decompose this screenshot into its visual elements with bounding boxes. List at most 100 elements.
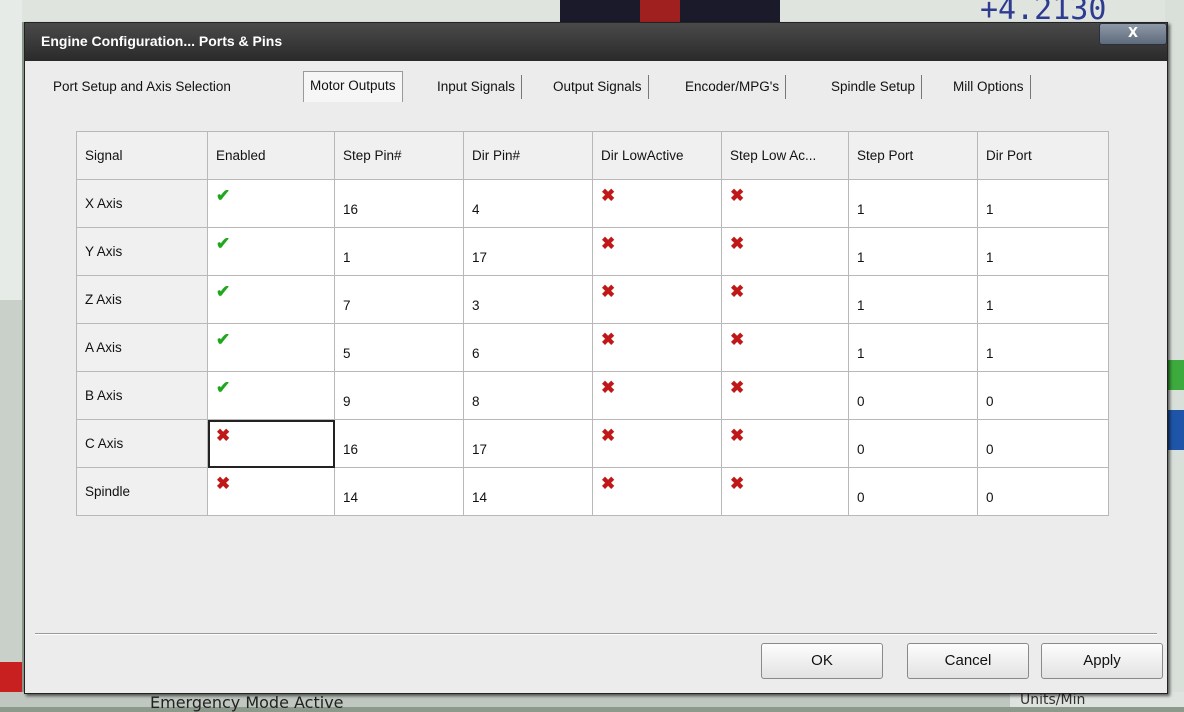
dir-lowactive-cell[interactable]: ✖ [592, 275, 722, 324]
step-lowactive-cell[interactable]: ✖ [721, 419, 849, 468]
tab-port-setup[interactable]: Port Setup and Axis Selection [53, 75, 231, 99]
step-port-cell[interactable]: 1 [848, 323, 978, 372]
green-check-icon: ✔ [216, 378, 231, 397]
step-pin-cell[interactable]: 1 [334, 227, 464, 276]
tab-spindle-setup[interactable]: Spindle Setup [831, 75, 923, 99]
signal-cell-value: Spindle [85, 484, 131, 499]
signal-cell[interactable]: X Axis [76, 179, 208, 228]
dir-pin-cell[interactable]: 3 [463, 275, 593, 324]
step-lowactive-cell[interactable]: ✖ [721, 467, 849, 516]
tab-mill-options[interactable]: Mill Options [953, 75, 1031, 99]
step-pin-cell[interactable]: 16 [334, 419, 464, 468]
dir-lowactive-cell[interactable]: ✖ [592, 227, 722, 276]
tab-input-signals[interactable]: Input Signals [437, 75, 523, 99]
dialog-titlebar[interactable]: Engine Configuration... Ports & Pins X [25, 23, 1167, 61]
background-status-text: Emergency Mode Active [150, 693, 344, 712]
dir-lowactive-cell[interactable]: ✖ [592, 371, 722, 420]
engine-config-dialog: Engine Configuration... Ports & Pins X P… [24, 22, 1168, 694]
step-lowactive-cell[interactable]: ✖ [721, 275, 849, 324]
step-pin-cell[interactable]: 14 [334, 467, 464, 516]
dir-pin-cell[interactable]: 17 [463, 227, 593, 276]
background-left-strip [0, 300, 22, 690]
table-row[interactable]: Y Axis ✔ 1 17 ✖ ✖ 1 1 [76, 227, 1109, 276]
table-row[interactable]: C Axis ✖ 16 17 ✖ ✖ 0 0 [76, 419, 1109, 468]
dir-port-cell[interactable]: 0 [977, 419, 1109, 468]
red-x-icon: ✖ [601, 282, 616, 301]
signal-cell[interactable]: Spindle [76, 467, 208, 516]
col-dir-pin[interactable]: Dir Pin# [463, 131, 593, 180]
table-row[interactable]: Z Axis ✔ 7 3 ✖ ✖ 1 1 [76, 275, 1109, 324]
dir-pin-cell[interactable]: 4 [463, 179, 593, 228]
dir-pin-cell[interactable]: 14 [463, 467, 593, 516]
dir-port-cell[interactable]: 1 [977, 227, 1109, 276]
enabled-cell[interactable]: ✔ [207, 275, 335, 324]
red-x-icon: ✖ [216, 474, 231, 493]
signal-cell[interactable]: Z Axis [76, 275, 208, 324]
step-port-cell[interactable]: 0 [848, 419, 978, 468]
ok-button[interactable]: OK [761, 643, 883, 679]
tab-motor-outputs[interactable]: Motor Outputs [303, 71, 403, 102]
dir-port-cell[interactable]: 1 [977, 179, 1109, 228]
signal-cell[interactable]: A Axis [76, 323, 208, 372]
step-pin-cell[interactable]: 16 [334, 179, 464, 228]
dir-port-cell[interactable]: 0 [977, 467, 1109, 516]
table-row[interactable]: B Axis ✔ 9 8 ✖ ✖ 0 0 [76, 371, 1109, 420]
dir-pin-cell-value: 3 [472, 298, 480, 313]
dir-pin-cell[interactable]: 8 [463, 371, 593, 420]
col-step-pin[interactable]: Step Pin# [334, 131, 464, 180]
table-row[interactable]: Spindle ✖ 14 14 ✖ ✖ 0 0 [76, 467, 1109, 516]
step-port-cell[interactable]: 1 [848, 227, 978, 276]
dir-port-cell[interactable]: 1 [977, 275, 1109, 324]
dir-port-cell[interactable]: 0 [977, 371, 1109, 420]
red-x-icon: ✖ [601, 330, 616, 349]
red-x-icon: ✖ [730, 282, 745, 301]
step-pin-cell[interactable]: 5 [334, 323, 464, 372]
enabled-cell[interactable]: ✔ [207, 179, 335, 228]
col-enabled[interactable]: Enabled [207, 131, 335, 180]
enabled-cell[interactable]: ✖ [207, 419, 335, 468]
step-pin-cell-value: 9 [343, 394, 351, 409]
step-port-cell[interactable]: 1 [848, 179, 978, 228]
step-pin-cell[interactable]: 9 [334, 371, 464, 420]
dir-port-cell-value: 1 [986, 250, 994, 265]
dir-lowactive-cell[interactable]: ✖ [592, 179, 722, 228]
green-check-icon: ✔ [216, 330, 231, 349]
step-pin-cell[interactable]: 7 [334, 275, 464, 324]
cancel-button[interactable]: Cancel [907, 643, 1029, 679]
step-port-cell[interactable]: 1 [848, 275, 978, 324]
dir-pin-cell[interactable]: 17 [463, 419, 593, 468]
dir-pin-cell[interactable]: 6 [463, 323, 593, 372]
step-lowactive-cell[interactable]: ✖ [721, 371, 849, 420]
tab-output-signals[interactable]: Output Signals [553, 75, 649, 99]
dir-lowactive-cell[interactable]: ✖ [592, 419, 722, 468]
enabled-cell[interactable]: ✔ [207, 371, 335, 420]
dir-port-cell-value: 1 [986, 202, 994, 217]
signal-cell-value: X Axis [85, 196, 123, 211]
signal-cell-value: A Axis [85, 340, 122, 355]
signal-cell[interactable]: C Axis [76, 419, 208, 468]
tab-encoder-mpg[interactable]: Encoder/MPG's [685, 75, 787, 99]
close-button[interactable]: X [1099, 23, 1167, 45]
table-row[interactable]: X Axis ✔ 16 4 ✖ ✖ 1 1 [76, 179, 1109, 228]
table-row[interactable]: A Axis ✔ 5 6 ✖ ✖ 1 1 [76, 323, 1109, 372]
step-lowactive-cell[interactable]: ✖ [721, 227, 849, 276]
step-port-cell[interactable]: 0 [848, 371, 978, 420]
step-lowactive-cell[interactable]: ✖ [721, 179, 849, 228]
col-step-port[interactable]: Step Port [848, 131, 978, 180]
col-dir-port[interactable]: Dir Port [977, 131, 1109, 180]
dir-lowactive-cell[interactable]: ✖ [592, 323, 722, 372]
step-port-cell[interactable]: 0 [848, 467, 978, 516]
signal-cell[interactable]: Y Axis [76, 227, 208, 276]
dir-port-cell[interactable]: 1 [977, 323, 1109, 372]
apply-button[interactable]: Apply [1041, 643, 1163, 679]
col-dir-lowactive[interactable]: Dir LowActive [592, 131, 722, 180]
col-signal[interactable]: Signal [76, 131, 208, 180]
enabled-cell[interactable]: ✔ [207, 323, 335, 372]
dir-lowactive-cell[interactable]: ✖ [592, 467, 722, 516]
enabled-cell[interactable]: ✔ [207, 227, 335, 276]
enabled-cell[interactable]: ✖ [207, 467, 335, 516]
step-lowactive-cell[interactable]: ✖ [721, 323, 849, 372]
col-step-lowactive[interactable]: Step Low Ac... [721, 131, 849, 180]
signal-cell[interactable]: B Axis [76, 371, 208, 420]
red-x-icon: ✖ [730, 378, 745, 397]
